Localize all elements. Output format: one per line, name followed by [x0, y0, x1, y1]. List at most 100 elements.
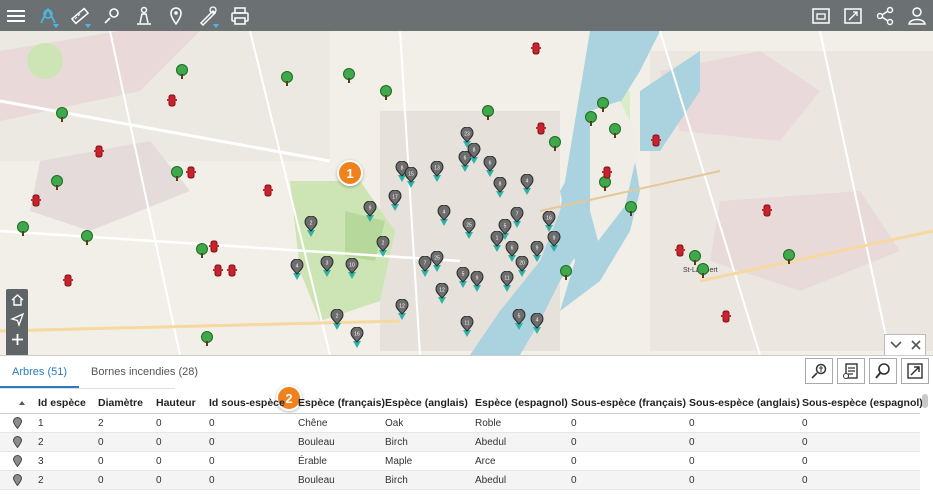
tree-pin-marker[interactable]: 10 — [345, 257, 359, 280]
tree-pin-marker[interactable]: 3 — [320, 255, 334, 278]
edit-tool-icon[interactable] — [192, 0, 224, 31]
tree-tool-icon[interactable] — [32, 0, 64, 31]
hydrant-icon[interactable] — [720, 309, 732, 323]
tree-pin-marker[interactable]: 1 — [490, 230, 504, 253]
tree-pin-marker[interactable]: 9 — [530, 240, 544, 263]
tree-pin-marker[interactable]: 9 — [547, 230, 561, 253]
close-icon[interactable] — [910, 339, 922, 351]
tree-pin-marker[interactable]: 4 — [520, 173, 534, 196]
col-header[interactable]: Sous-espèce (espagnol) — [802, 392, 923, 413]
hydrant-icon[interactable] — [226, 263, 238, 277]
table-scrollbar[interactable] — [921, 392, 929, 492]
scrollbar-thumb[interactable] — [922, 394, 928, 408]
measure-tool-icon[interactable] — [64, 0, 96, 31]
tree-pin-marker[interactable]: 25 — [430, 250, 444, 273]
location-pin-icon[interactable] — [13, 414, 22, 432]
draw-tool-icon[interactable] — [96, 0, 128, 31]
hydrant-icon[interactable] — [262, 183, 274, 197]
tree-icon[interactable] — [55, 107, 69, 123]
map-view[interactable]: St-Lambert 81513236868417922425571625516… — [0, 31, 933, 355]
tree-pin-marker[interactable]: 13 — [430, 160, 444, 183]
tree-icon[interactable] — [608, 123, 622, 139]
tree-icon[interactable] — [175, 64, 189, 80]
hydrant-icon[interactable] — [185, 165, 197, 179]
col-header[interactable]: Sous-espèce (anglais) — [689, 392, 800, 413]
tree-icon[interactable] — [548, 136, 562, 152]
table-row[interactable]: 2 0 0 0 Bouleau Birch Abedul 0 0 0 — [0, 433, 920, 452]
tree-icon[interactable] — [200, 331, 214, 347]
hydrant-icon[interactable] — [212, 263, 224, 277]
tree-pin-marker[interactable]: 2 — [376, 235, 390, 258]
hydrant-icon[interactable] — [761, 203, 773, 217]
tree-pin-marker[interactable]: 5 — [456, 266, 470, 289]
tree-icon[interactable] — [481, 105, 495, 121]
tree-pin-marker[interactable]: 5 — [512, 308, 526, 331]
col-header[interactable]: Hauteur — [156, 392, 196, 413]
tree-pin-marker[interactable]: 4 — [437, 204, 451, 227]
tree-pin-marker[interactable]: 4 — [290, 258, 304, 281]
col-header[interactable]: Espèce (espagnol) — [475, 392, 568, 413]
tree-icon[interactable] — [342, 68, 356, 84]
tab-bornes-incendies[interactable]: Bornes incendies (28) — [79, 366, 210, 388]
tree-pin-marker[interactable]: 16 — [542, 210, 556, 233]
hydrant-icon[interactable] — [208, 239, 220, 253]
tree-pin-marker[interactable]: 12 — [435, 282, 449, 305]
hydrant-icon[interactable] — [650, 133, 662, 147]
tab-arbres[interactable]: Arbres (51) — [0, 366, 80, 388]
home-icon[interactable] — [6, 289, 28, 309]
col-header[interactable]: Diamètre — [98, 392, 143, 413]
user-icon[interactable] — [901, 0, 933, 31]
chevron-down-icon[interactable] — [889, 339, 903, 351]
tree-pin-marker[interactable]: 7 — [510, 206, 524, 229]
tree-icon[interactable] — [16, 221, 30, 237]
col-header[interactable]: Id sous-espèce — [209, 392, 285, 413]
tree-icon[interactable] — [170, 166, 184, 182]
tree-icon[interactable] — [624, 201, 638, 217]
tree-pin-marker[interactable]: 9 — [363, 200, 377, 223]
table-row[interactable]: 3 0 0 0 Érable Maple Arce 0 0 0 — [0, 452, 920, 471]
table-row[interactable]: 1 2 0 0 Chêne Oak Roble 0 0 0 — [0, 414, 920, 433]
print-icon[interactable] — [224, 0, 256, 31]
location-pin-icon[interactable] — [160, 0, 192, 31]
hydrant-icon[interactable] — [30, 193, 42, 207]
person-icon[interactable] — [128, 0, 160, 31]
tree-icon[interactable] — [195, 243, 209, 259]
tree-icon[interactable] — [559, 265, 573, 281]
tree-search-icon[interactable] — [805, 358, 833, 384]
report-icon[interactable] — [837, 358, 865, 384]
hydrant-icon[interactable] — [601, 165, 613, 179]
hydrant-icon[interactable] — [166, 93, 178, 107]
col-header[interactable]: Sous-espèce (français) — [571, 392, 686, 413]
tree-pin-marker[interactable]: 2 — [330, 308, 344, 331]
tree-pin-marker[interactable]: 11 — [500, 270, 514, 293]
hydrant-icon[interactable] — [93, 144, 105, 158]
tree-pin-marker[interactable]: 11 — [460, 315, 474, 338]
location-pin-icon[interactable] — [13, 433, 22, 451]
tree-pin-marker[interactable]: 2 — [304, 215, 318, 238]
hydrant-icon[interactable] — [62, 273, 74, 287]
tree-pin-marker[interactable]: 9 — [470, 270, 484, 293]
tree-icon[interactable] — [696, 263, 710, 279]
tree-pin-marker[interactable]: 12 — [395, 298, 409, 321]
col-header[interactable]: Espèce (anglais) — [385, 392, 468, 413]
tree-pin-marker[interactable]: 20 — [515, 255, 529, 278]
tree-pin-marker[interactable]: 7 — [418, 255, 432, 278]
fullscreen-icon[interactable] — [837, 0, 869, 31]
col-header[interactable]: Id espèce — [38, 392, 86, 413]
tree-icon[interactable] — [596, 97, 610, 113]
zoom-search-icon[interactable] — [869, 358, 897, 384]
share-icon[interactable] — [869, 0, 901, 31]
tree-pin-marker[interactable]: 16 — [350, 326, 364, 349]
window-icon[interactable] — [805, 0, 837, 31]
tree-pin-marker[interactable]: 15 — [404, 166, 418, 189]
navigate-icon[interactable] — [6, 309, 28, 329]
zoom-in-icon[interactable] — [6, 329, 28, 349]
col-header[interactable]: Espèce (français) — [298, 392, 385, 413]
sort-icon[interactable] — [18, 392, 32, 413]
tree-icon[interactable] — [782, 249, 796, 265]
hydrant-icon[interactable] — [674, 243, 686, 257]
tree-icon[interactable] — [584, 111, 598, 127]
tree-icon[interactable] — [280, 71, 294, 87]
location-pin-icon[interactable] — [13, 471, 22, 489]
export-icon[interactable] — [901, 358, 929, 384]
